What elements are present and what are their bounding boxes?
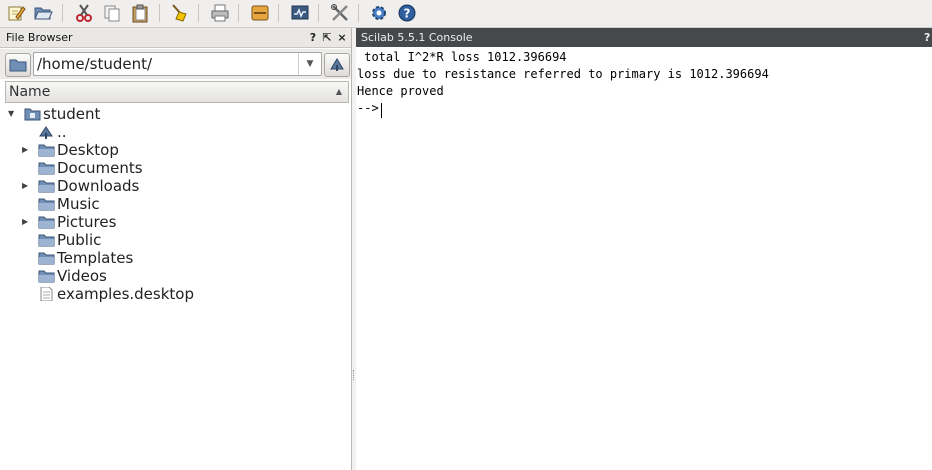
toolbar-separator	[238, 4, 239, 22]
text-cursor	[381, 103, 382, 118]
console-panel[interactable]: Scilab 5.5.1 Console ? total I^2*R loss …	[356, 28, 932, 470]
chevron-down-icon[interactable]: ▼	[298, 53, 321, 75]
path-input[interactable]: /home/student/ ▼	[33, 52, 322, 76]
file-browser-titlebar: File Browser ? ⇱ ×	[0, 28, 351, 48]
edit-icon[interactable]	[6, 3, 26, 23]
module-manager-icon[interactable]	[330, 3, 350, 23]
sort-ascending-icon: ▲	[335, 87, 342, 96]
tree-row-examples-desktop[interactable]: examples.desktop	[0, 285, 351, 303]
close-icon[interactable]: ×	[335, 29, 349, 46]
console-line: loss due to resistance referred to prima…	[357, 67, 769, 81]
help-icon[interactable]: ?	[924, 28, 932, 47]
scinotes-icon[interactable]	[290, 3, 310, 23]
chevron-right-icon[interactable]: ▶	[22, 177, 32, 195]
parent-dir-icon	[330, 58, 344, 71]
console-line: Hence proved	[357, 84, 444, 98]
tree-row-pictures[interactable]: ▶ Pictures	[0, 213, 351, 231]
tree-item-label: examples.desktop	[57, 285, 194, 303]
print-icon[interactable]	[210, 3, 230, 23]
copy-icon[interactable]	[102, 3, 122, 23]
toolbar-separator	[159, 4, 160, 22]
cut-icon[interactable]	[74, 3, 94, 23]
file-browser-panel: File Browser ? ⇱ × /home/student/ ▼ Name…	[0, 28, 352, 470]
scilab-window: ? File Browser ? ⇱ × /home/student/ ▼ Na…	[0, 0, 932, 470]
folder-icon	[9, 59, 27, 72]
tree-item-label: Desktop	[57, 141, 119, 159]
clear-console-icon[interactable]	[170, 3, 190, 23]
toolbar-separator	[318, 4, 319, 22]
folder-icon	[38, 252, 55, 265]
open-folder-icon[interactable]	[33, 3, 53, 23]
tree-row-student[interactable]: ▼ student	[0, 105, 351, 123]
tree-row-documents[interactable]: Documents	[0, 159, 351, 177]
tree-item-label: ..	[57, 123, 67, 141]
gear-icon[interactable]	[369, 3, 389, 23]
folder-icon	[38, 216, 55, 229]
path-value: /home/student/	[37, 55, 153, 73]
folder-icon	[38, 198, 55, 211]
folder-icon	[38, 144, 55, 157]
home-folder-icon	[24, 108, 41, 121]
tree-row-downloads[interactable]: ▶ Downloads	[0, 177, 351, 195]
path-bar: /home/student/ ▼	[0, 49, 351, 79]
tree-row-parent[interactable]: ..	[0, 123, 351, 141]
tree-item-label: Public	[57, 231, 102, 249]
variable-browser-icon[interactable]	[250, 3, 270, 23]
select-directory-button[interactable]	[5, 53, 31, 77]
folder-icon	[38, 180, 55, 193]
console-line: total I^2*R loss 1012.396694	[357, 50, 567, 64]
tree-row-music[interactable]: Music	[0, 195, 351, 213]
undock-icon[interactable]: ⇱	[320, 29, 334, 46]
name-column-label: Name	[9, 84, 51, 100]
tree-item-label: Pictures	[57, 213, 117, 231]
parent-directory-button[interactable]	[324, 53, 350, 77]
file-icon	[40, 287, 53, 301]
tree-item-label: Downloads	[57, 177, 140, 195]
folder-icon	[38, 270, 55, 283]
svg-text:?: ?	[404, 7, 411, 21]
main-toolbar: ?	[0, 0, 932, 28]
toolbar-separator	[198, 4, 199, 22]
help-icon[interactable]: ?	[397, 3, 417, 23]
tree-item-label: Templates	[57, 249, 134, 267]
console-prompt[interactable]: -->	[357, 100, 379, 117]
toolbar-separator	[358, 4, 359, 22]
tree-item-label: Documents	[57, 159, 143, 177]
tree-item-label: Music	[57, 195, 100, 213]
console-titlebar: Scilab 5.5.1 Console ?	[356, 28, 932, 47]
tree-item-label: Videos	[57, 267, 107, 285]
tree-row-videos[interactable]: Videos	[0, 267, 351, 285]
name-column-header[interactable]: Name ▲	[5, 81, 349, 103]
console-title: Scilab 5.5.1 Console	[361, 31, 473, 44]
file-browser-title: File Browser	[6, 31, 73, 44]
paste-icon[interactable]	[130, 3, 150, 23]
tree-row-desktop[interactable]: ▶ Desktop	[0, 141, 351, 159]
tree-item-label: student	[43, 105, 101, 123]
chevron-right-icon[interactable]: ▶	[22, 213, 32, 231]
chevron-right-icon[interactable]: ▶	[22, 141, 32, 159]
help-icon[interactable]: ?	[306, 29, 320, 46]
chevron-down-icon[interactable]: ▼	[8, 105, 18, 123]
parent-dir-icon	[39, 126, 53, 139]
toolbar-separator	[278, 4, 279, 22]
tree-row-templates[interactable]: Templates	[0, 249, 351, 267]
folder-icon	[38, 162, 55, 175]
toolbar-separator	[62, 4, 63, 22]
tree-row-public[interactable]: Public	[0, 231, 351, 249]
folder-icon	[38, 234, 55, 247]
